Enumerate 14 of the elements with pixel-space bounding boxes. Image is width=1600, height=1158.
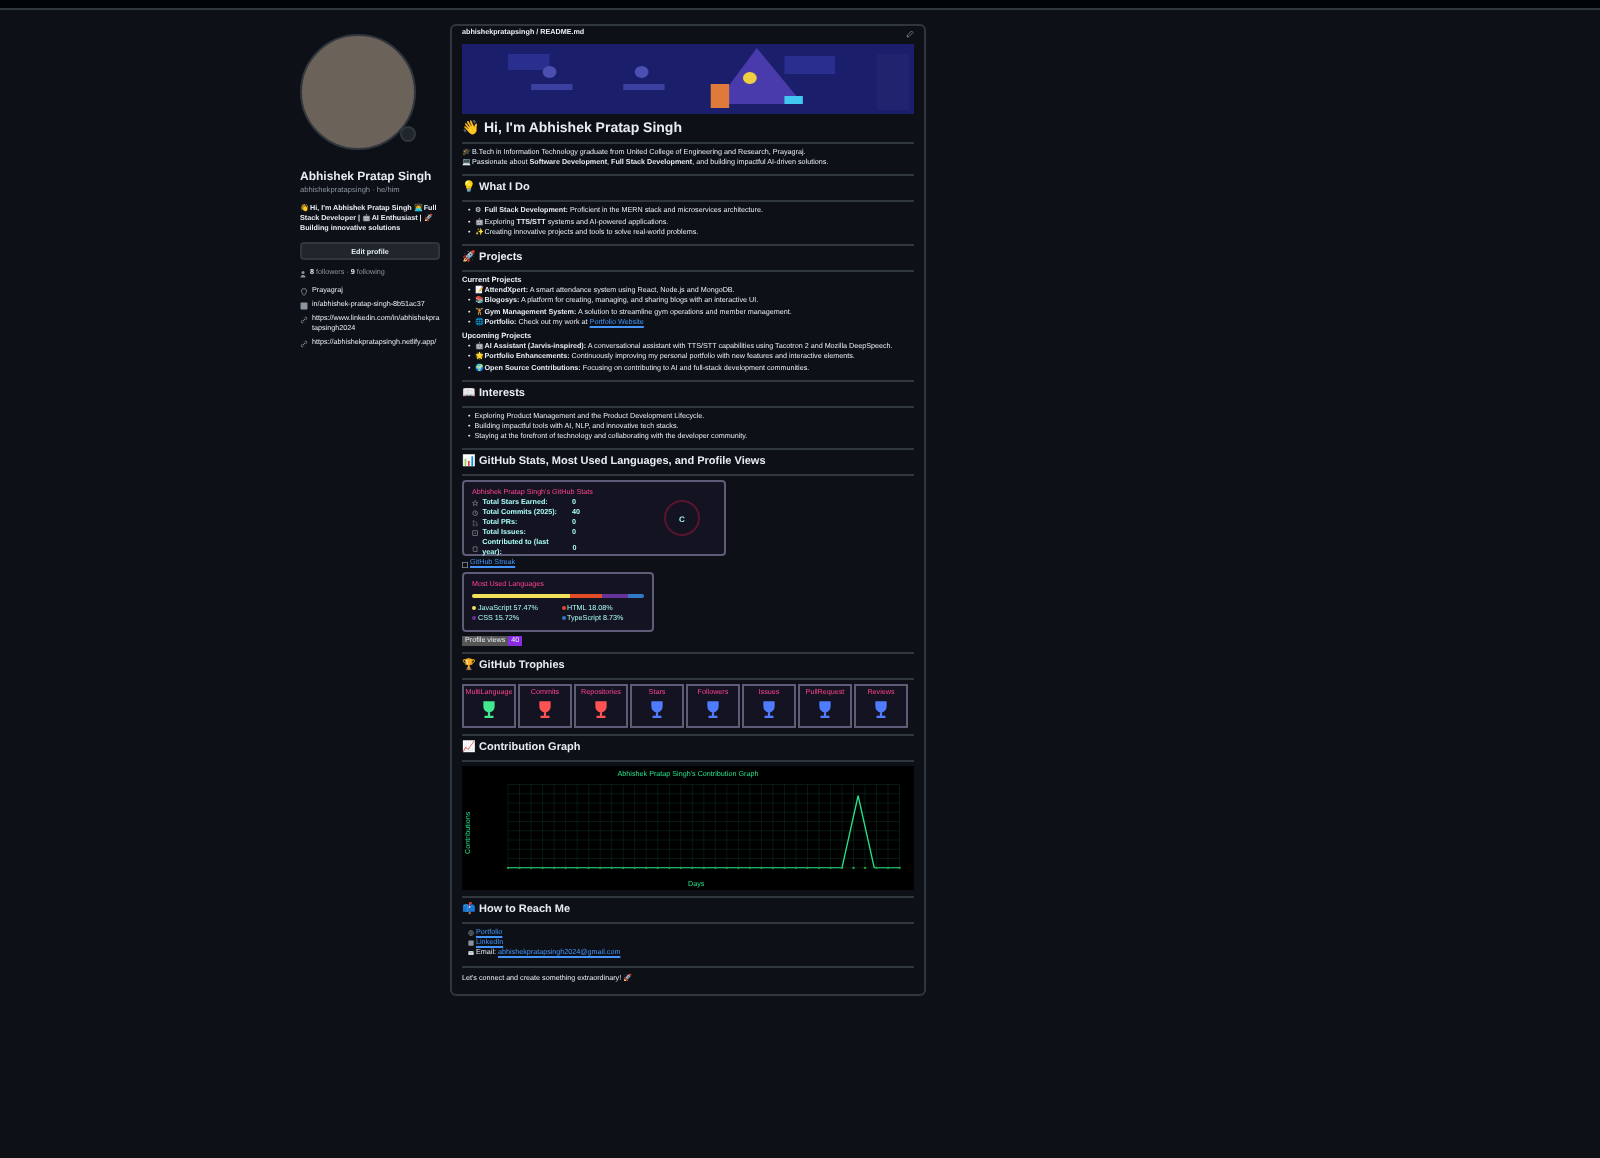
clock-icon: [472, 510, 479, 518]
star-icon: [472, 500, 479, 508]
link-icon: [300, 339, 308, 347]
pencil-icon: [906, 30, 914, 38]
status-button[interactable]: [400, 126, 416, 142]
broken-image-icon: [462, 561, 468, 568]
link-icon: [300, 315, 308, 323]
repository-icon: [472, 545, 479, 553]
issue-icon: [472, 530, 479, 538]
pull-request-icon: [472, 520, 479, 528]
location-pin-icon: [300, 287, 308, 295]
globe-icon: [468, 929, 474, 936]
people-icon: [300, 269, 308, 277]
envelope-icon: [468, 950, 474, 957]
